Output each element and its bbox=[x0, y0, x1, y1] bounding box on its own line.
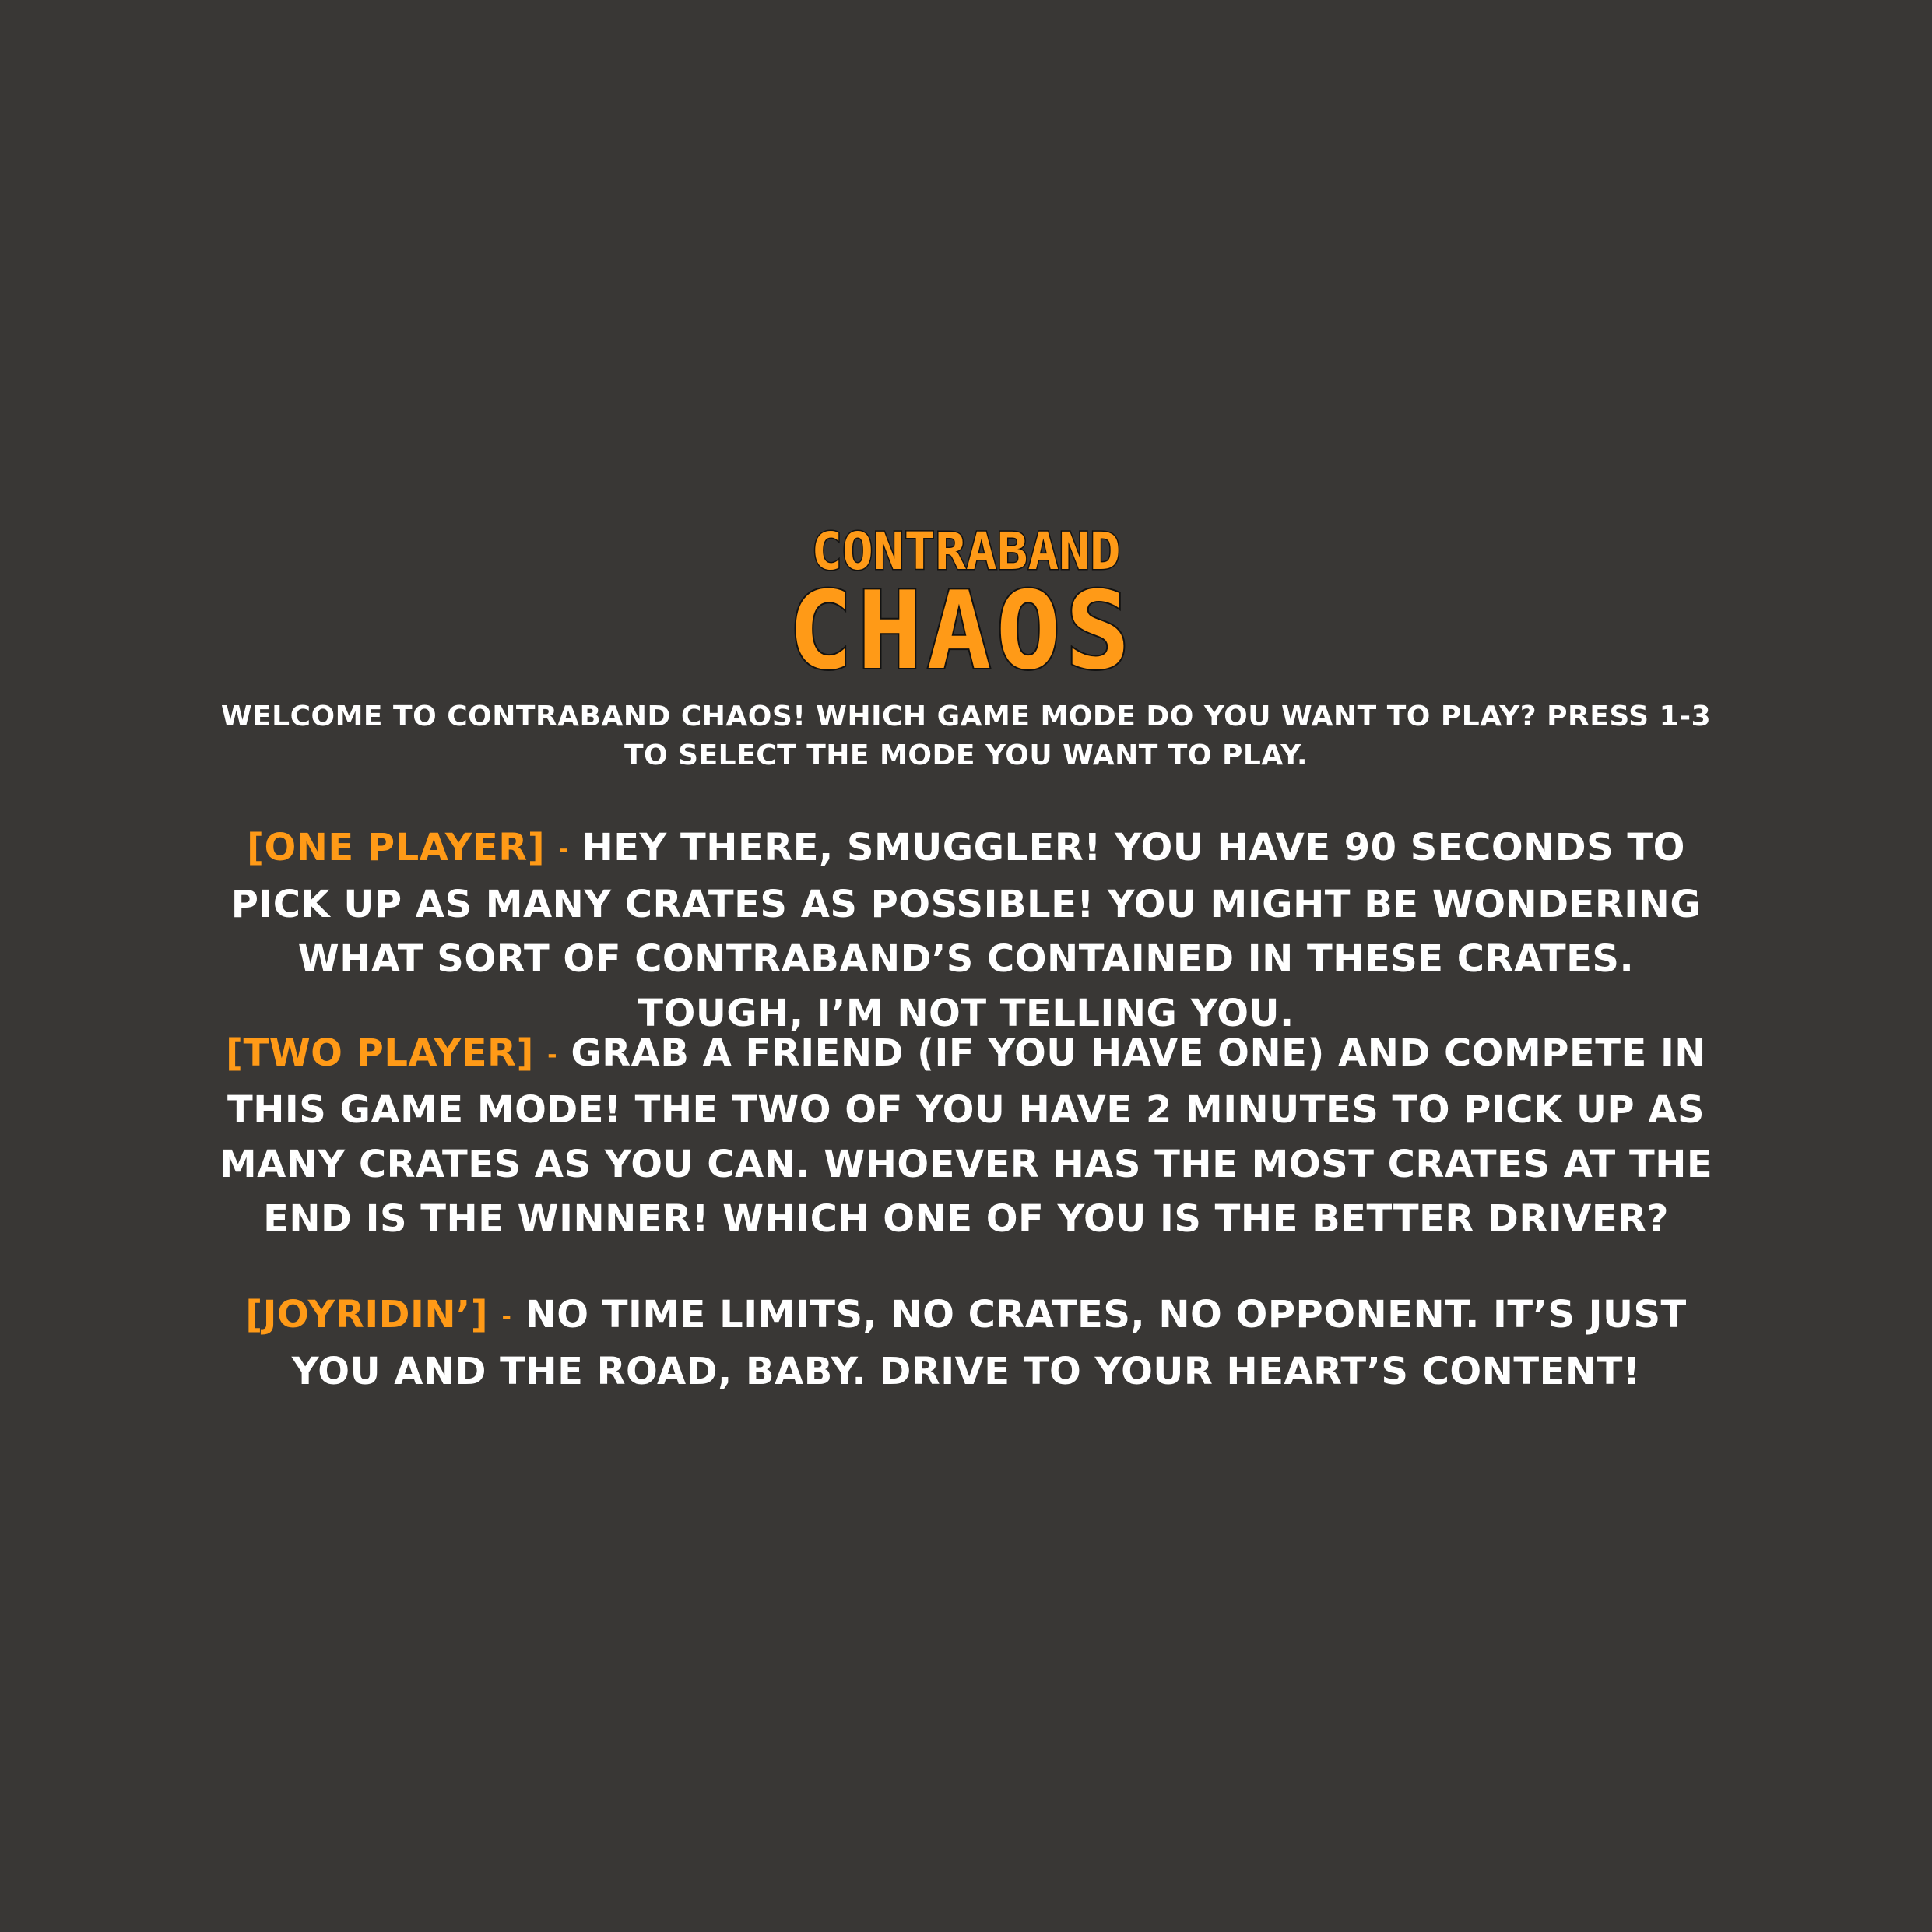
mode-two-player[interactable]: [TWO PLAYER] - GRAB A FRIEND (IF YOU HAV… bbox=[210, 1026, 1722, 1246]
logo-title-contraband: CONTRABAND bbox=[810, 522, 1122, 581]
mode-tag: [JOYRIDIN’] bbox=[245, 1293, 489, 1337]
mode-separator: - bbox=[558, 836, 569, 863]
game-logo: CONTRABAND CHAOS bbox=[0, 522, 1932, 694]
intro-text: WELCOME TO CONTRABAND CHAOS! WHICH GAME … bbox=[220, 701, 1712, 771]
mode-tag: [ONE PLAYER] bbox=[247, 826, 546, 869]
mode-select-screen: CONTRABAND CHAOS WELCOME TO CONTRABAND C… bbox=[0, 0, 1932, 1932]
mode-tag: [TWO PLAYER] bbox=[226, 1031, 534, 1075]
mode-separator: - bbox=[547, 1042, 558, 1069]
mode-one-player[interactable]: [ONE PLAYER] - HEY THERE, SMUGGLER! YOU … bbox=[210, 820, 1722, 1041]
logo-title-chaos: CHAOS bbox=[786, 568, 1135, 694]
mode-joyridin[interactable]: [JOYRIDIN’] - NO TIME LIMITS, NO CRATES,… bbox=[210, 1287, 1722, 1399]
mode-separator: - bbox=[501, 1303, 512, 1330]
